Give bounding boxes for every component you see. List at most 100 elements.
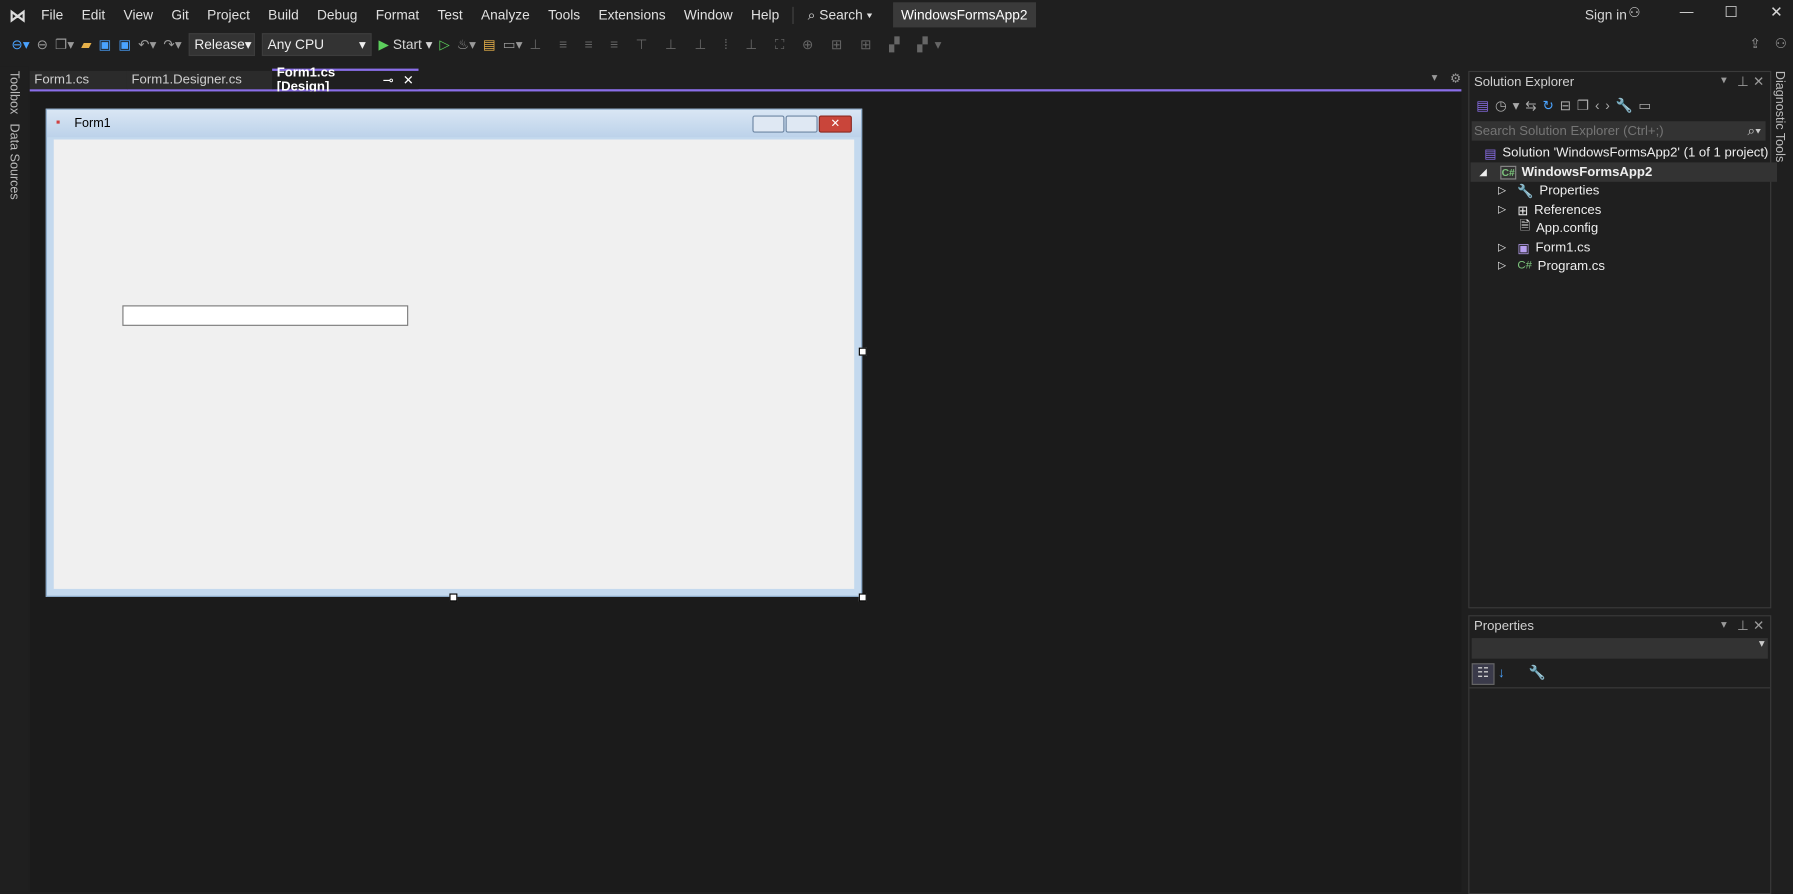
save-icon[interactable]: ▣ [99,37,112,53]
menu-build[interactable]: Build [259,7,308,23]
menu-tools[interactable]: Tools [539,7,589,23]
menu-file[interactable]: File [32,7,72,23]
menu-project[interactable]: Project [198,7,259,23]
collapse-all-icon[interactable]: ⊟ [1560,97,1577,113]
resize-handle-right[interactable] [858,347,867,356]
tree-item-solution[interactable]: ▤ Solution 'WindowsFormsApp2' (1 of 1 pro… [1471,143,1782,162]
diagnostic-tools-tab[interactable]: Diagnostic Tools [1772,71,1786,162]
align-tools-icon[interactable]: ⊥ ≡ ≡ ≡ ⊤ ⊥ ⊥ ⁞ ⊥ ⛶ ⊕ ⊞ ⊞ ▞ ▞▾ [529,36,948,53]
form-icon: ▣ [1517,241,1530,256]
textbox1[interactable] [122,305,409,326]
tree-item-program[interactable]: ▷ C# Program.cs [1471,256,1793,275]
close-tab-icon[interactable]: ✕ [403,72,414,88]
home-icon[interactable]: ▤ [1476,97,1495,113]
view-code-icon[interactable]: ‹› [1595,97,1616,113]
layout-icon[interactable]: ▭▾ [503,37,523,53]
new-project-icon[interactable]: ❐▾ [55,37,74,53]
form-minimize-button [752,115,785,133]
pin-icon[interactable]: ⊥ [1737,617,1749,633]
collapsed-arrow-icon[interactable]: ▷ [1498,260,1506,273]
tree-item-properties[interactable]: ▷ 🔧 Properties [1471,181,1793,200]
collapsed-arrow-icon[interactable]: ▷ [1498,204,1506,217]
menu-analyze[interactable]: Analyze [472,7,539,23]
configuration-dropdown[interactable]: Release ▾ [188,33,256,57]
platform-dropdown[interactable]: Any CPU ▾ [261,33,372,57]
sign-in-button[interactable]: Sign in [1585,7,1627,23]
collapsed-arrow-icon[interactable]: ▷ [1498,184,1506,197]
tree-item-form1[interactable]: ▷ ▣ Form1.cs [1471,238,1793,257]
left-tool-strip: Toolbox Data Sources [0,66,29,892]
window-position-icon[interactable]: ▾ [1721,619,1727,632]
alphabetical-icon[interactable]: ↓ [1498,664,1505,680]
window-position-icon[interactable]: ▾ [1721,74,1727,87]
hot-reload-icon[interactable]: ♨▾ [457,37,476,53]
form-title-bar: ▪ Form1 ✕ [46,109,862,138]
solution-title: WindowsFormsApp2 [892,2,1036,28]
menu-format[interactable]: Format [367,7,429,23]
toolbox-tab[interactable]: Toolbox [7,71,21,114]
tree-item-app-config[interactable]: 🗎 App.config [1471,218,1793,237]
pending-changes-icon[interactable]: ◷▾ [1495,97,1525,113]
close-button[interactable]: ✕ [1770,3,1782,21]
form1-window[interactable]: ▪ Form1 ✕ [45,108,863,597]
pin-icon[interactable]: ⊸ [383,72,394,88]
property-pages-icon[interactable]: 🔧 [1529,664,1546,680]
menu-help[interactable]: Help [742,7,789,23]
vs-window: ⋈ File Edit View Git Project Build Debug… [0,0,1793,894]
play-icon: ▶ [378,36,390,53]
search-button[interactable]: ⌕ Search ▾ [792,6,882,24]
close-icon[interactable]: ✕ [1753,617,1765,633]
csharp-project-icon: C# [1500,165,1516,179]
save-all-icon[interactable]: ▣ [118,37,131,53]
back-icon[interactable]: ⊖▾ [11,37,29,53]
minimize-button[interactable]: — [1680,3,1694,19]
object-selector-dropdown[interactable]: ▾ [1471,638,1768,659]
data-sources-tab[interactable]: Data Sources [7,123,21,199]
account-icon[interactable]: ⚇ [1628,5,1640,21]
undo-icon[interactable]: ↶▾ [138,37,156,53]
tab-form1-design[interactable]: Form1.cs [Design] ⊸ ✕ [272,66,419,94]
menu-test[interactable]: Test [428,7,471,23]
tab-form1-designer-cs[interactable]: Form1.Designer.cs [126,70,274,90]
form-maximize-button [785,115,818,133]
pin-icon[interactable]: ⊥ [1737,73,1749,89]
menu-debug[interactable]: Debug [308,7,367,23]
sync-icon[interactable]: ⇆ [1525,97,1542,113]
refresh-icon[interactable]: ↻ [1542,97,1559,113]
properties-panel: Properties ▾ ⊥ ✕ ▾ ☷ ↓ 🔧 [1468,615,1772,894]
solution-search-input[interactable] [1471,122,1748,139]
tab-list-icon[interactable]: ▾ [1432,72,1438,85]
menu-edit[interactable]: Edit [72,7,114,23]
find-in-files-icon[interactable]: ▤ [483,37,496,53]
csharp-file-icon: C# [1517,259,1532,273]
start-button[interactable]: ▶ Start ▾ [378,37,432,53]
open-icon[interactable]: ▰ [81,37,92,53]
designer-surface: ▪ Form1 ✕ [29,91,1462,892]
menu-window[interactable]: Window [675,7,742,23]
config-icon: 🗎 [1519,219,1531,234]
tree-item-project[interactable]: ◢ C# WindowsFormsApp2 [1470,162,1777,182]
solution-search-box[interactable]: ⌕▾ [1471,121,1766,141]
expanded-arrow-icon[interactable]: ◢ [1480,167,1487,177]
search-icon[interactable]: ⌕▾ [1748,122,1761,139]
start-without-debugging-icon[interactable]: ▷ [439,37,450,53]
resize-handle-corner[interactable] [858,593,867,602]
collapsed-arrow-icon[interactable]: ▷ [1498,241,1506,254]
maximize-button[interactable]: ☐ [1724,3,1737,21]
settings-icon[interactable]: ⚙ [1450,71,1461,86]
vs-logo-icon: ⋈ [9,6,27,27]
categorized-icon[interactable]: ☷ [1471,663,1495,685]
redo-icon[interactable]: ↷▾ [163,37,181,53]
menu-extensions[interactable]: Extensions [589,7,674,23]
menu-git[interactable]: Git [162,7,198,23]
feedback-icon[interactable]: ⚇ [1775,35,1787,51]
close-icon[interactable]: ✕ [1753,73,1765,89]
forward-icon[interactable]: ⊖ [37,37,49,53]
menu-view[interactable]: View [114,7,162,23]
show-all-files-icon[interactable]: ❐ [1577,97,1595,113]
properties-icon[interactable]: 🔧 [1616,97,1639,113]
tab-form1-cs[interactable]: Form1.cs [29,70,129,90]
share-icon[interactable]: ⇪ [1750,35,1762,51]
preview-icon[interactable]: ▭ [1638,97,1657,113]
resize-handle-bottom[interactable] [449,593,458,602]
